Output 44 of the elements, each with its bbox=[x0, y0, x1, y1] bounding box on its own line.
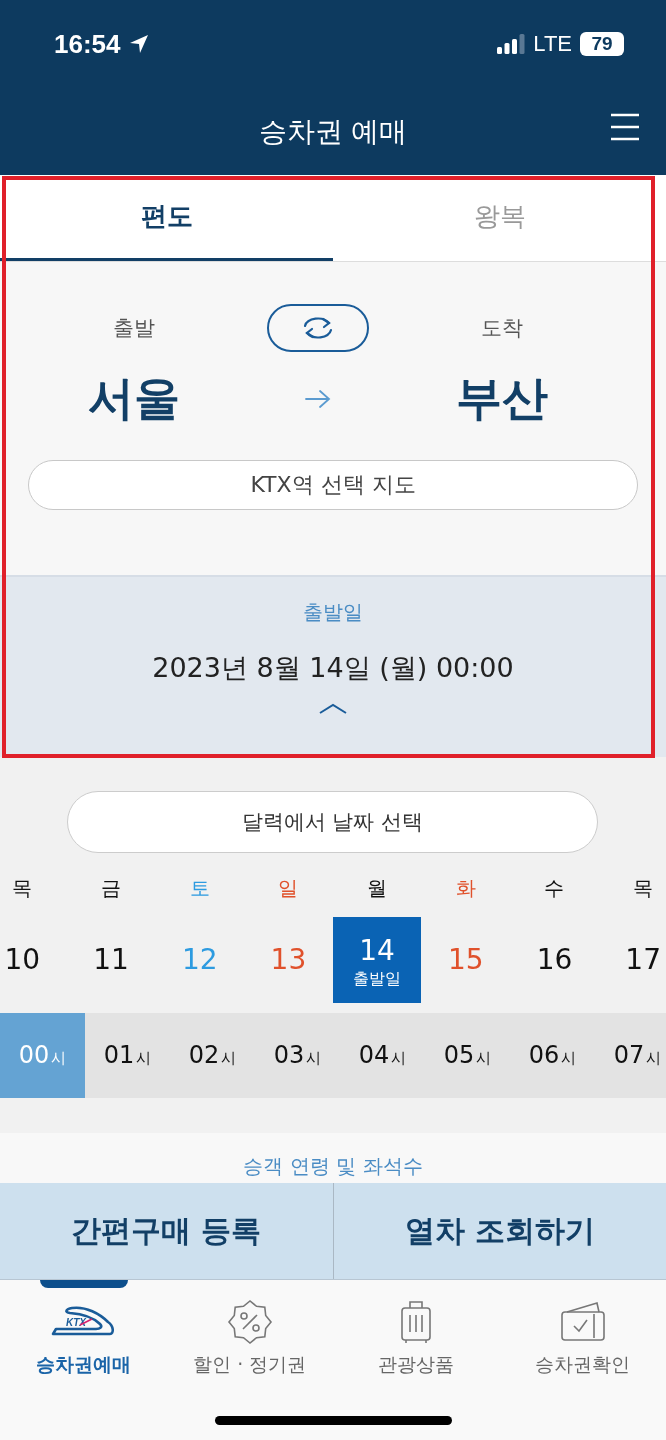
weekday-label: 목 bbox=[632, 875, 655, 902]
weekday-label: 월 bbox=[366, 875, 389, 902]
nav-tab[interactable]: 관광상품 bbox=[333, 1280, 500, 1440]
page-title: 승차권 예매 bbox=[258, 113, 408, 150]
date-cell[interactable]: 17 bbox=[598, 917, 666, 1003]
weekday-label: 토 bbox=[188, 875, 211, 902]
clock-time: 16:54 bbox=[54, 28, 121, 60]
network-label: LTE bbox=[533, 31, 572, 57]
menu-icon[interactable] bbox=[610, 112, 640, 142]
hour-cell[interactable]: 06시 bbox=[510, 1013, 595, 1098]
swap-icon bbox=[301, 315, 335, 341]
date-cell[interactable]: 14 출발일 bbox=[332, 917, 422, 1003]
percent-badge-icon bbox=[225, 1298, 274, 1346]
swap-button[interactable] bbox=[267, 304, 369, 352]
hour-cell[interactable]: 01 시 bbox=[85, 1013, 170, 1098]
weekday-label: 일 bbox=[277, 875, 300, 902]
nav-tab[interactable]: KTX 승차권예매 bbox=[0, 1280, 167, 1440]
battery-icon: 79 bbox=[580, 32, 624, 56]
arrival-label: 도착 bbox=[480, 315, 524, 342]
date-cell[interactable]: 11 bbox=[66, 917, 156, 1003]
hour-cell[interactable]: 03시 bbox=[255, 1013, 340, 1098]
hour-cell[interactable]: 05 시 bbox=[425, 1013, 510, 1098]
nav-tab[interactable]: 승차권확인 bbox=[499, 1280, 666, 1440]
date-cell[interactable]: 16 bbox=[510, 917, 599, 1003]
hour-cell[interactable]: 07시 bbox=[595, 1013, 666, 1098]
arrow-right-icon bbox=[305, 389, 331, 409]
hour-cell[interactable]: 02 시 bbox=[170, 1013, 255, 1098]
weekday-label: 수 bbox=[543, 875, 566, 902]
weekday-label: 금 bbox=[100, 875, 123, 902]
signal-icon bbox=[497, 34, 526, 54]
date-label: 출발일 bbox=[303, 599, 363, 626]
departure-date[interactable]: 2023년 8월 14일 (월) 00:00 bbox=[152, 650, 514, 686]
departure-station[interactable]: 서울 bbox=[0, 368, 268, 430]
weekday-label: 화 bbox=[454, 875, 477, 902]
location-arrow-icon bbox=[128, 34, 149, 54]
weekday-label: 목 bbox=[11, 875, 34, 902]
date-cell[interactable]: 10 bbox=[0, 917, 67, 1003]
hour-cell[interactable]: 04시 bbox=[340, 1013, 425, 1098]
arrival-station[interactable]: 부산 bbox=[368, 368, 636, 430]
chevron-up-icon[interactable] bbox=[318, 702, 348, 714]
calendar-button[interactable]: 달력에서 날짜 선택 bbox=[67, 791, 598, 853]
station-map-button[interactable]: KTX역 선택 지도 bbox=[28, 460, 638, 510]
nav-tab[interactable]: 할인 · 정기권 bbox=[166, 1280, 333, 1440]
departure-label: 출발 bbox=[112, 315, 156, 342]
